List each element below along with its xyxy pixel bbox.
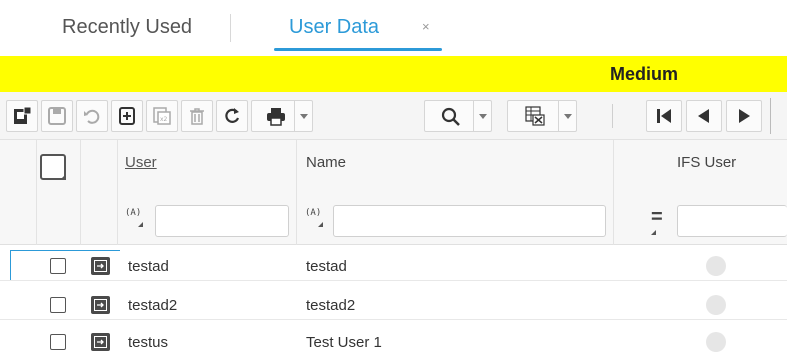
next-record-button[interactable] [726, 100, 762, 132]
print-dropdown-arrow[interactable] [294, 101, 312, 131]
excel-export-icon [525, 106, 545, 126]
cell-user: testus [128, 334, 169, 351]
row-checkbox[interactable] [50, 297, 66, 313]
open-record-icon[interactable] [91, 257, 110, 275]
cell-name: testad2 [306, 297, 356, 314]
tab-recently-used[interactable]: Recently Used [62, 14, 192, 40]
search-button[interactable] [424, 100, 492, 132]
tab-user-data[interactable]: User Data [289, 14, 379, 40]
row-checkbox[interactable] [50, 258, 66, 274]
column-header-user[interactable]: User [125, 154, 157, 171]
print-button[interactable] [251, 100, 313, 132]
excel-export-button[interactable] [507, 100, 577, 132]
export-dropdown-arrow[interactable] [558, 101, 576, 131]
delete-icon [190, 108, 204, 125]
active-tab-indicator [274, 48, 442, 51]
open-record-icon[interactable] [91, 333, 110, 351]
open-record-icon[interactable] [91, 296, 110, 314]
undo-button[interactable] [76, 100, 108, 132]
column-header-ifs-user[interactable]: IFS User [677, 154, 736, 171]
select-all-checkbox[interactable] [40, 154, 66, 180]
tab-divider [230, 14, 231, 42]
user-filter-input[interactable] [155, 205, 289, 237]
name-filter-type[interactable]: (A) [305, 208, 324, 227]
tab-bar: Recently Used User Data × [0, 0, 787, 52]
add-button[interactable] [111, 100, 143, 132]
security-banner: Medium [0, 56, 787, 92]
toolbar-separator [612, 104, 613, 128]
banner-label: Medium [610, 64, 679, 84]
first-record-button[interactable] [646, 100, 682, 132]
row-checkbox[interactable] [50, 334, 66, 350]
new-record-icon [14, 106, 32, 124]
column-header-name[interactable]: Name [306, 154, 346, 171]
svg-text:x2: x2 [160, 116, 168, 123]
column-separator [36, 140, 37, 245]
filter-corner-marker [651, 230, 656, 235]
delete-button[interactable] [181, 100, 213, 132]
add-icon [119, 107, 135, 125]
search-icon [442, 107, 461, 126]
previous-record-button[interactable] [686, 100, 722, 132]
user-filter-type[interactable]: (A) [125, 208, 144, 227]
ifs-user-indicator [706, 256, 726, 276]
name-filter-input[interactable] [333, 205, 606, 237]
new-record-button[interactable] [6, 100, 38, 132]
save-icon [48, 107, 66, 125]
refresh-icon [225, 108, 240, 123]
tab-close-icon[interactable]: × [422, 19, 430, 34]
print-icon [267, 108, 285, 126]
table-row[interactable]: testus Test User 1 [0, 329, 787, 355]
cell-name: Test User 1 [306, 334, 382, 351]
toolbar-edge-separator [770, 98, 771, 134]
first-record-icon [657, 109, 671, 123]
refresh-button[interactable] [216, 100, 248, 132]
ifs-user-indicator [706, 332, 726, 352]
table-row[interactable]: testad2 testad2 [0, 292, 787, 320]
next-record-icon [739, 109, 750, 123]
previous-record-icon [698, 109, 709, 123]
table-row[interactable]: testad testad [0, 253, 787, 281]
ifs-user-indicator [706, 295, 726, 315]
cell-user: testad2 [128, 297, 178, 314]
toolbar: x2 [0, 92, 787, 140]
ifs-user-filter-input[interactable] [677, 205, 787, 237]
column-separator [296, 140, 297, 245]
duplicate-icon: x2 [153, 107, 171, 125]
ifs-user-filter-type[interactable]: = [651, 206, 663, 229]
search-dropdown-arrow[interactable] [473, 101, 491, 131]
column-separator [117, 140, 118, 245]
column-separator [613, 140, 614, 245]
cell-user: testad [128, 258, 169, 275]
save-button[interactable] [41, 100, 73, 132]
undo-icon [84, 109, 100, 124]
cell-name: testad [306, 258, 347, 275]
duplicate-button[interactable]: x2 [146, 100, 178, 132]
column-separator [80, 140, 81, 245]
